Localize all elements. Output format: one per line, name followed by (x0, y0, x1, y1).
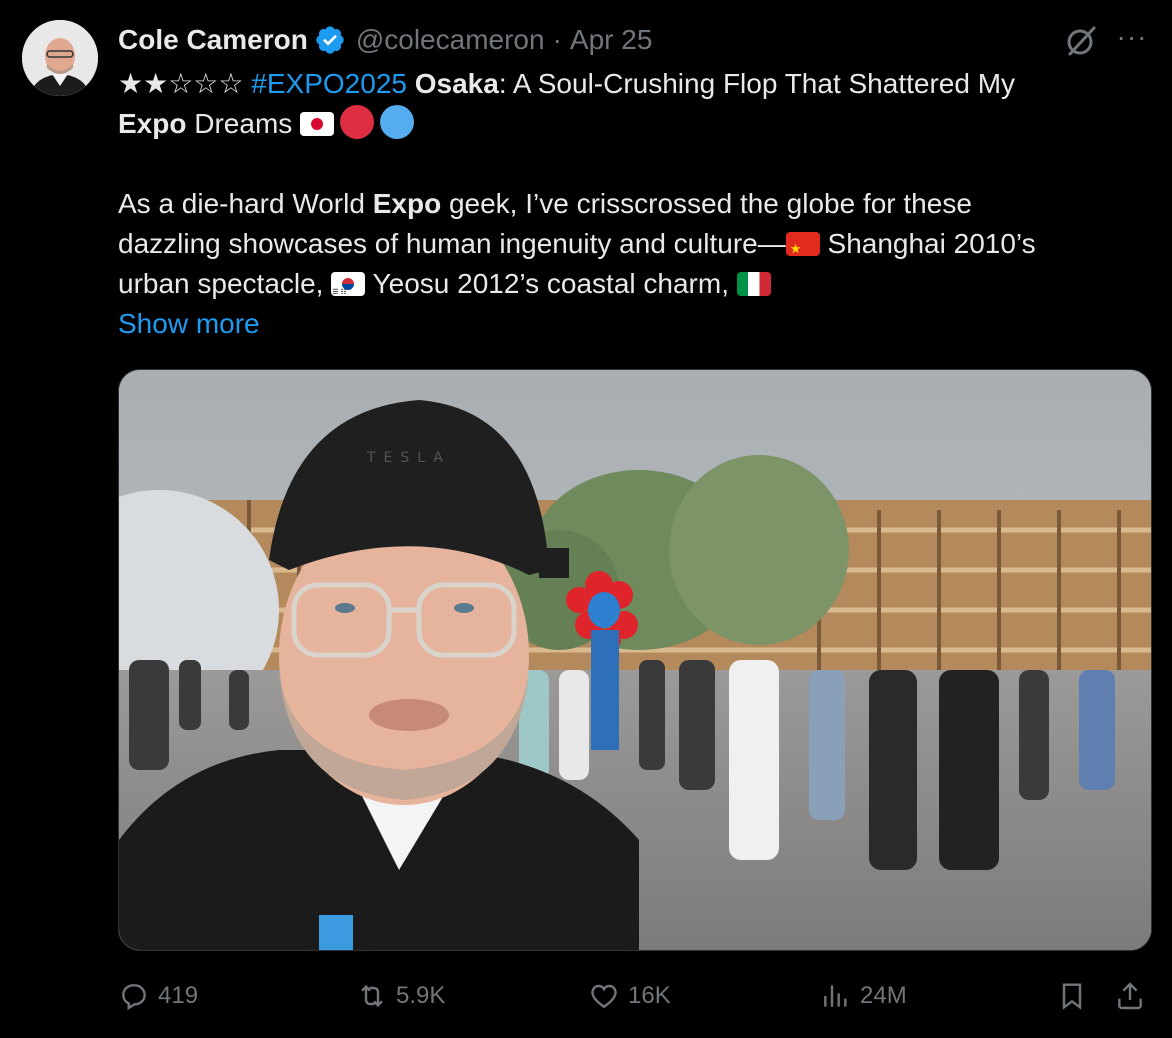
share-button[interactable] (1114, 980, 1154, 1012)
body-text: Shanghai 2010’s (819, 228, 1036, 259)
separator-dot: · (552, 24, 562, 55)
view-count: 24M (860, 982, 907, 1009)
title-bold: Osaka (414, 68, 499, 99)
expo-bold: Expo (118, 108, 187, 139)
repost-count: 5.9K (396, 982, 446, 1009)
views-button[interactable]: 24M (820, 980, 907, 1012)
author-name[interactable]: Cole Cameron (118, 24, 308, 56)
like-count: 16K (628, 982, 671, 1009)
blue-circle-icon (380, 105, 415, 139)
post-title-line: ★★☆☆☆ #EXPO2025 Osaka: A Soul-Crushing F… (118, 64, 1148, 104)
body-line-1: As a die-hard World Expo geek, I’ve cris… (118, 184, 1148, 224)
analytics-icon (824, 985, 847, 1007)
selfie-photo-image: TESLA (119, 370, 1151, 950)
verified-badge-icon[interactable] (314, 24, 346, 56)
title-text: : A Soul-Crushing Flop That Shattered My (498, 68, 1016, 99)
cap-logo-text: TESLA (366, 450, 451, 466)
show-more-line: Show more (118, 304, 1148, 344)
avatar-image (22, 20, 98, 96)
expo-bold: Expo (372, 188, 442, 219)
post-text: ★★☆☆☆ #EXPO2025 Osaka: A Soul-Crushing F… (118, 64, 1148, 344)
action-bar: 419 5.9K 16K 24M (118, 974, 1152, 1022)
body-line-2: dazzling showcases of human ingenuity an… (118, 224, 1148, 264)
repost-icon (361, 984, 383, 1008)
reply-count: 419 (158, 982, 199, 1009)
china-flag-icon (785, 232, 820, 256)
more-options-icon[interactable]: ··· (1112, 23, 1152, 56)
grok-icon[interactable] (1064, 24, 1098, 58)
repost-button[interactable]: 5.9K (356, 980, 445, 1012)
avatar[interactable] (22, 20, 98, 96)
reply-button[interactable]: 419 (118, 980, 198, 1012)
body-text: dazzling showcases of human ingenuity an… (118, 228, 786, 259)
italy-flag-icon (736, 272, 771, 296)
hashtag-link[interactable]: #EXPO2025 (251, 68, 407, 99)
heart-icon (591, 984, 617, 1009)
like-button[interactable]: 16K (588, 980, 671, 1012)
bookmark-icon (1062, 983, 1082, 1010)
body-text: As a die-hard World (118, 188, 373, 219)
body-text: Yeosu 2012’s coastal charm, (365, 268, 737, 299)
dreams-text: Dreams (186, 108, 301, 139)
red-circle-icon (340, 105, 375, 139)
body-text: geek, I’ve crisscrossed the globe for th… (441, 188, 972, 219)
share-icon (1118, 982, 1142, 1010)
author-handle[interactable]: @colecameron (356, 24, 545, 56)
star-rating: ★★☆☆☆ (118, 68, 244, 99)
bookmark-button[interactable] (1056, 980, 1096, 1012)
post-photo[interactable]: TESLA (118, 369, 1152, 951)
show-more-link[interactable]: Show more (118, 308, 260, 339)
body-text: urban spectacle, (118, 268, 332, 299)
post-header: Cole Cameron @colecameron · Apr 25 (118, 22, 652, 58)
reply-icon (122, 984, 146, 1011)
post-date[interactable]: Apr 25 (570, 24, 653, 56)
body-line-3: urban spectacle, Yeosu 2012’s coastal ch… (118, 264, 1148, 304)
japan-flag-icon (300, 112, 335, 136)
south-korea-flag-icon (331, 272, 366, 296)
post-title-line-2: Expo Dreams (118, 104, 1148, 144)
